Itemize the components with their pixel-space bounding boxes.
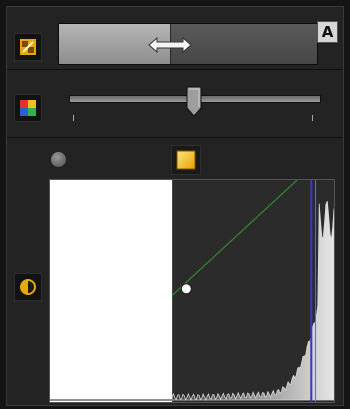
tone-curve-line: [171, 180, 298, 296]
drag-arrows-icon: [148, 36, 192, 54]
tone-curve-canvas[interactable]: [50, 180, 334, 402]
contrast-icon[interactable]: [14, 273, 42, 301]
slider-row: [7, 71, 343, 138]
adjustment-panel: A: [6, 6, 344, 406]
slider-tick: [312, 115, 313, 121]
black-point-icon[interactable]: [50, 151, 67, 168]
tone-curve-graph[interactable]: [49, 179, 335, 403]
auto-button[interactable]: A: [317, 21, 338, 43]
crop-icon[interactable]: [14, 33, 42, 61]
slider-thumb[interactable]: [186, 86, 202, 118]
curve-control-point[interactable]: [180, 283, 192, 295]
curve-section: [7, 139, 343, 405]
split-slider[interactable]: [58, 23, 318, 65]
white-point-icon[interactable]: [171, 145, 201, 175]
color-palette-icon[interactable]: [14, 94, 42, 122]
clipped-white-region: [50, 180, 173, 402]
histogram: [171, 200, 334, 401]
slider-tick: [73, 115, 74, 121]
split-row: A: [7, 7, 343, 70]
